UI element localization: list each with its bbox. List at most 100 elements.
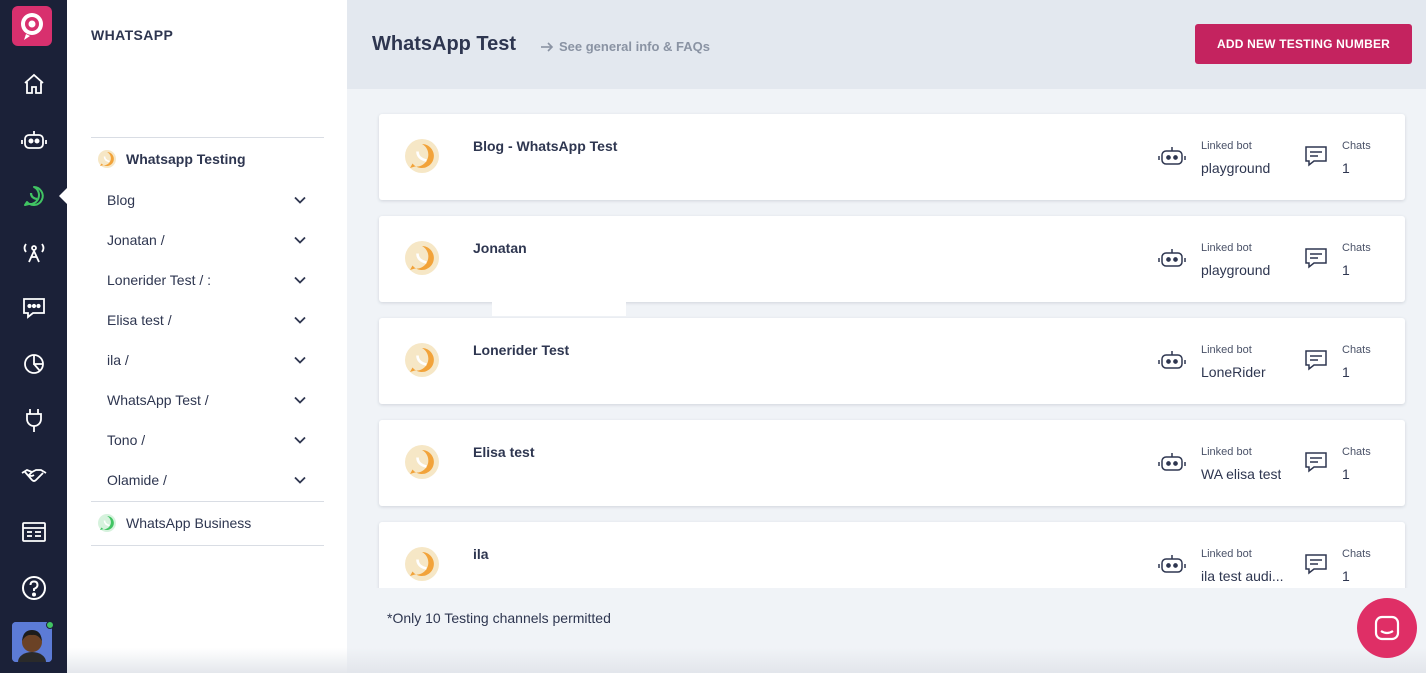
sidebar-item-jonatan[interactable]: Jonatan / (107, 229, 307, 251)
testing-number-card[interactable]: Elisa test Linked bot WA elisa test Chat… (379, 420, 1405, 506)
sidebar: WHATSAPP Whatsapp Testing Blog Jonatan /… (67, 0, 347, 673)
nav-analytics[interactable] (0, 342, 67, 386)
sidebar-group-whatsapp-testing[interactable]: Whatsapp Testing (97, 149, 246, 169)
faq-link-label: See general info & FAQs (559, 39, 710, 54)
sidebar-item-label: Elisa test / (107, 312, 172, 328)
linked-bot-label: Linked bot (1201, 548, 1252, 560)
testing-number-card[interactable]: Blog - WhatsApp Test Linked bot playgrou… (379, 114, 1405, 200)
chevron-down-icon (294, 396, 306, 404)
divider (91, 501, 324, 502)
help-icon (21, 576, 46, 600)
arrow-right-icon (541, 41, 554, 52)
sidebar-item-label: Blog (107, 192, 136, 208)
nav-conversations[interactable] (0, 286, 67, 330)
add-testing-number-button[interactable]: ADD NEW TESTING NUMBER (1195, 24, 1412, 64)
sidebar-item-blog[interactable]: Blog (107, 189, 307, 211)
testing-number-list: Blog - WhatsApp Test Linked bot playgrou… (347, 89, 1426, 588)
bot-icon (1158, 147, 1186, 165)
sidebar-item-label: Tono / (107, 432, 146, 448)
support-chat-button[interactable] (1357, 598, 1417, 658)
chevron-down-icon (294, 476, 306, 484)
analytics-icon (23, 354, 44, 374)
chat-icon (22, 298, 45, 319)
bot-icon (20, 131, 47, 149)
sidebar-item-ila[interactable]: ila / (107, 349, 307, 371)
chat-bubble-icon (1374, 615, 1400, 641)
bot-icon (1158, 555, 1186, 573)
divider (91, 545, 324, 546)
sidebar-item-whatsapp-test[interactable]: WhatsApp Test / (107, 389, 307, 411)
sidebar-item-elisa-test[interactable]: Elisa test / (107, 309, 307, 331)
chevron-down-icon (294, 236, 306, 244)
sidebar-item-olamide[interactable]: Olamide / (107, 469, 307, 491)
sidebar-item-whatsapp-business[interactable]: WhatsApp Business (97, 513, 251, 533)
plug-icon (25, 409, 42, 432)
linked-bot-label: Linked bot (1201, 446, 1252, 458)
nav-broadcast[interactable] (0, 230, 67, 274)
sidebar-item-label: Jonatan / (107, 232, 165, 248)
chats-icon (1305, 554, 1327, 575)
whatsapp-icon (23, 186, 44, 206)
whatsapp-testing-icon (405, 547, 439, 581)
chats-label: Chats (1342, 140, 1371, 152)
sidebar-item-lonerider-test[interactable]: Lonerider Test / : (107, 269, 307, 291)
chats-label: Chats (1342, 548, 1371, 560)
whatsapp-testing-icon (405, 343, 439, 377)
nav-home[interactable] (0, 62, 67, 106)
linked-bot-value: playground (1201, 262, 1271, 278)
faq-link[interactable]: See general info & FAQs (540, 39, 710, 54)
sidebar-item-label: WhatsApp Business (126, 515, 252, 531)
chevron-down-icon (294, 316, 306, 324)
card-title: Jonatan (473, 240, 527, 256)
nav-dashboard[interactable] (0, 510, 67, 554)
card-title: Lonerider Test (473, 342, 570, 358)
nav-whatsapp[interactable] (0, 174, 67, 218)
nav-help[interactable] (0, 566, 67, 610)
sidebar-item-label: Olamide / (107, 472, 167, 488)
chats-count: 1 (1342, 160, 1350, 176)
nav-partners[interactable] (0, 454, 67, 498)
app-logo[interactable] (12, 6, 52, 46)
chats-label: Chats (1342, 344, 1371, 356)
chats-label: Chats (1342, 242, 1371, 254)
whatsapp-testing-icon (98, 150, 116, 168)
chats-icon (1305, 248, 1327, 269)
testing-number-card[interactable]: ila Linked bot ila test audi... Chats 1 (379, 522, 1405, 588)
testing-number-card[interactable]: Lonerider Test Linked bot LoneRider Chat… (379, 318, 1405, 404)
chevron-down-icon (294, 276, 306, 284)
sidebar-item-tono[interactable]: Tono / (107, 429, 307, 451)
handshake-icon (21, 468, 46, 482)
chats-count: 1 (1342, 262, 1350, 278)
linked-bot-value: WA elisa test (1201, 466, 1282, 482)
page-header: WhatsApp Test See general info & FAQs AD… (347, 0, 1426, 89)
whatsapp-business-icon (98, 514, 116, 532)
broadcast-icon (23, 243, 44, 263)
whatsapp-testing-icon (405, 139, 439, 173)
chats-count: 1 (1342, 568, 1350, 584)
avatar[interactable] (12, 622, 52, 662)
divider (91, 137, 324, 138)
linked-bot-label: Linked bot (1201, 140, 1252, 152)
card-title: Elisa test (473, 444, 535, 460)
sidebar-item-label: ila / (107, 352, 129, 368)
linked-bot-label: Linked bot (1201, 242, 1252, 254)
whatsapp-testing-icon (405, 241, 439, 275)
overlay-patch (492, 300, 626, 316)
chats-label: Chats (1342, 446, 1371, 458)
chats-icon (1305, 350, 1327, 371)
testing-number-card[interactable]: Jonatan Linked bot playground Chats 1 (379, 216, 1405, 302)
bot-icon (1158, 453, 1186, 471)
sidebar-title: WHATSAPP (91, 27, 174, 43)
nav-integrations[interactable] (0, 398, 67, 442)
sidebar-item-label: Lonerider Test / : (107, 272, 212, 288)
icon-rail (0, 0, 67, 673)
sidebar-group-label: Whatsapp Testing (126, 151, 246, 167)
chevron-down-icon (294, 356, 306, 364)
card-title: ila (473, 546, 489, 562)
chevron-down-icon (294, 196, 306, 204)
home-icon (23, 73, 44, 94)
whatsapp-testing-icon (405, 445, 439, 479)
linked-bot-value: LoneRider (1201, 364, 1266, 380)
online-status-dot (46, 621, 54, 629)
nav-bots[interactable] (0, 118, 67, 162)
